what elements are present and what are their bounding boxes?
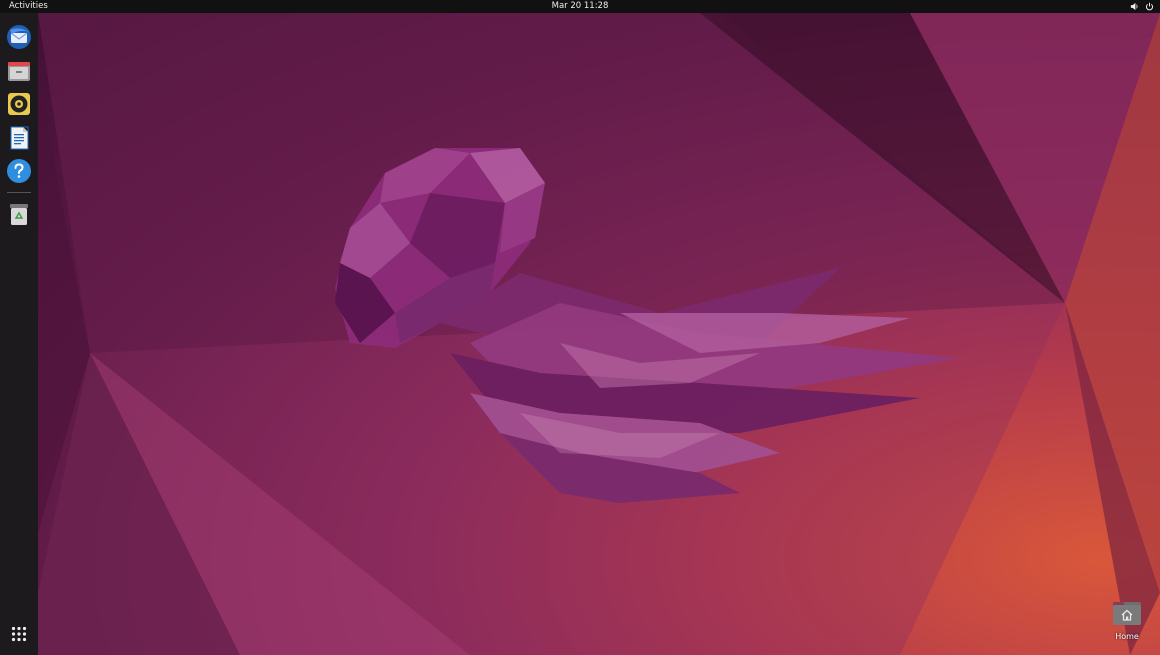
dock-item-rhythmbox[interactable] xyxy=(6,91,32,117)
folder-icon xyxy=(8,62,30,81)
home-folder-icon xyxy=(1113,602,1141,625)
show-applications-button[interactable] xyxy=(11,626,27,642)
activities-button[interactable]: Activities xyxy=(9,1,48,11)
volume-icon[interactable] xyxy=(1130,2,1139,11)
dock xyxy=(0,13,38,655)
desktop-home-folder[interactable]: Home xyxy=(1104,600,1150,641)
dock-item-help[interactable] xyxy=(6,158,32,184)
system-tray[interactable] xyxy=(1130,0,1154,13)
document-icon xyxy=(10,126,29,150)
dock-item-trash[interactable] xyxy=(6,201,32,227)
dock-item-files[interactable] xyxy=(6,58,32,84)
dock-item-thunderbird[interactable] xyxy=(6,24,32,50)
dock-item-libreoffice-writer[interactable] xyxy=(6,125,32,151)
top-bar: Activities Mar 20 11:28 xyxy=(0,0,1160,13)
power-icon[interactable] xyxy=(1145,2,1154,11)
music-icon xyxy=(8,93,30,115)
mail-icon xyxy=(7,25,31,49)
dock-separator xyxy=(7,192,31,193)
trash-icon xyxy=(10,204,28,225)
wallpaper-art xyxy=(38,13,1160,655)
desktop-wallpaper xyxy=(0,13,1160,655)
desktop-home-label: Home xyxy=(1115,632,1139,641)
app-grid-icon xyxy=(11,626,27,642)
help-icon xyxy=(7,159,31,183)
clock[interactable]: Mar 20 11:28 xyxy=(552,1,609,11)
